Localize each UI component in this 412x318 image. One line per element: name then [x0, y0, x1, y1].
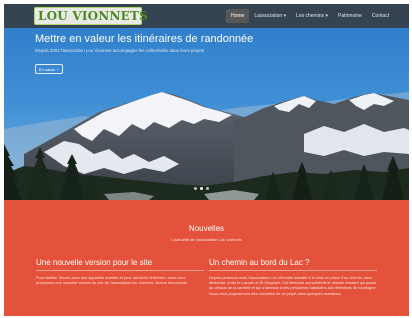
- main-nav: Home Lassociation ▾ Les chemins ▾ Patrim…: [226, 9, 394, 23]
- nav-item-association[interactable]: Lassociation ▾: [249, 9, 291, 23]
- carousel-indicators: [194, 187, 209, 190]
- navbar: LOU VIONNETS Home Lassociation ▾ Les che…: [4, 4, 409, 28]
- carousel-dot-2[interactable]: [200, 187, 203, 190]
- nav-item-contact[interactable]: Contact: [367, 9, 394, 23]
- news-card-title[interactable]: Un chemin au bord du Lac ?: [209, 258, 377, 267]
- page: LOU VIONNETS Home Lassociation ▾ Les che…: [4, 4, 409, 316]
- news-card-body: Depuis plusieurs mois l'association Lou …: [209, 275, 377, 296]
- carousel-dot-3[interactable]: [206, 187, 209, 190]
- learn-more-button[interactable]: En savoir +: [35, 64, 63, 74]
- divider: [36, 270, 204, 271]
- news-card-body: Pour faciliter l'accès avec des appareil…: [36, 275, 188, 286]
- logo-text: LOU VIONNETS: [38, 9, 148, 23]
- news-card-title[interactable]: Une nouvelle version pour le site: [36, 258, 204, 267]
- nav-item-home[interactable]: Home: [226, 9, 250, 23]
- news-card: Une nouvelle version pour le site Pour f…: [36, 258, 204, 285]
- nav-item-patrimoine[interactable]: Patrimoine: [333, 9, 367, 23]
- nav-item-chemins[interactable]: Les chemins ▾: [291, 9, 333, 23]
- hero-carousel: LOU VIONNETS Home Lassociation ▾ Les che…: [4, 4, 409, 200]
- hero-subtitle: Depuis 2003 l'association Lou Vionnets a…: [35, 48, 205, 53]
- hero-title: Mettre en valeur les itinéraires de rand…: [35, 33, 254, 45]
- divider: [209, 270, 377, 271]
- carousel-dot-1[interactable]: [194, 187, 197, 190]
- news-subheading: L'actualité de l'association Lou Vionnet…: [171, 237, 242, 242]
- news-card: Un chemin au bord du Lac ? Depuis plusie…: [209, 258, 377, 296]
- site-logo[interactable]: LOU VIONNETS: [34, 7, 148, 25]
- news-heading: Nouvelles: [188, 224, 225, 233]
